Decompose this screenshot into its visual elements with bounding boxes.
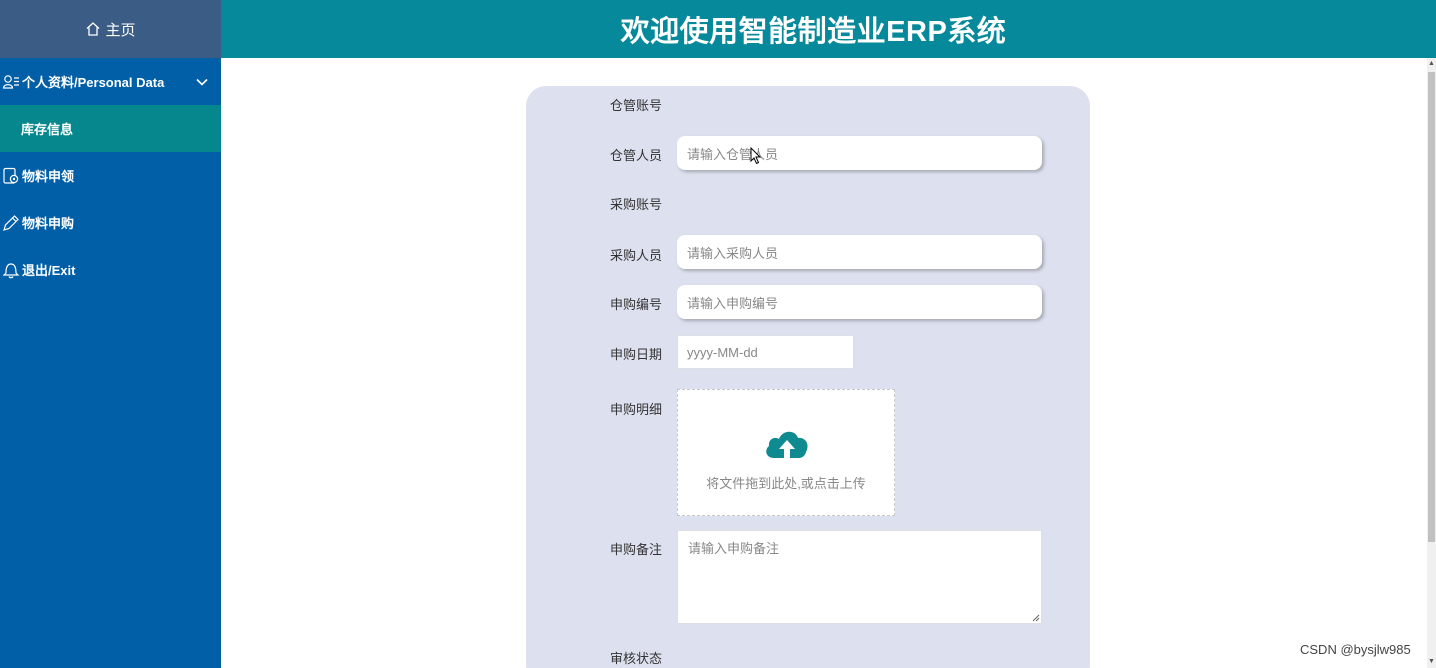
review-status-label: 审核状态 (610, 651, 663, 666)
home-icon (87, 22, 100, 36)
sidebar-item-inventory[interactable]: 库存信息 (0, 105, 221, 152)
sidebar-item-material-purchase[interactable]: 物料申购 (0, 199, 221, 246)
vertical-scrollbar[interactable]: ▲ ▼ (1427, 58, 1436, 668)
remark-textarea[interactable]: 请输入申购备注 (677, 530, 1042, 624)
scroll-up-arrow-icon[interactable]: ▲ (1427, 60, 1436, 68)
purchase-account-label: 采购账号 (610, 197, 663, 212)
edit-pen-icon (3, 214, 19, 231)
exit-bell-icon (2, 262, 20, 278)
request-date-input[interactable]: yyyy-MM-dd (677, 335, 854, 369)
sidebar-item-label: 物料申购 (22, 216, 75, 231)
settings-doc-icon (3, 167, 19, 184)
page-title: 欢迎使用智能制造业ERP系统 (620, 16, 1007, 48)
sidebar-item-personal-data[interactable]: 个人资料/Personal Data (0, 58, 221, 105)
scroll-down-arrow-icon[interactable]: ▼ (1427, 658, 1436, 666)
warehouse-staff-label: 仓管人员 (610, 148, 663, 163)
request-no-label: 申购编号 (610, 297, 663, 312)
sidebar-item-label: 个人资料/Personal Data (22, 75, 165, 90)
purchase-request-form: 仓管账号 仓管人员 请输入仓管人员 采购账号 采购人员 请输入采购人员 申购编号… (526, 86, 1090, 668)
watermark-text: CSDN @bysjlw985 (1300, 642, 1411, 657)
sidebar-home[interactable]: 主页 (0, 0, 221, 58)
sidebar-item-exit[interactable]: 退出/Exit (0, 246, 221, 293)
sidebar-item-label: 退出/Exit (22, 263, 76, 278)
sidebar-item-label: 物料申领 (22, 169, 75, 184)
top-header: 欢迎使用智能制造业ERP系统 (221, 0, 1436, 58)
request-no-input[interactable]: 请输入申购编号 (677, 285, 1042, 319)
remark-placeholder: 请输入申购备注 (688, 541, 780, 556)
sidebar-home-label: 主页 (105, 21, 136, 39)
upload-hint-text: 将文件拖到此处,或点击上传 (706, 476, 866, 491)
sidebar-item-label: 库存信息 (21, 122, 74, 137)
sidebar-item-material-claim[interactable]: 物料申领 (0, 152, 221, 199)
user-list-icon (2, 74, 19, 89)
sidebar: 主页 个人资料/Personal Data 库存信息 物料申领 物料申购 退出/… (0, 0, 221, 668)
purchaser-input[interactable]: 请输入采购人员 (677, 235, 1042, 269)
purchaser-label: 采购人员 (610, 248, 663, 263)
cloud-upload-icon (766, 431, 808, 458)
resize-grip-icon[interactable] (1031, 613, 1040, 622)
remark-label: 申购备注 (610, 542, 663, 557)
warehouse-staff-input[interactable]: 请输入仓管人员 (677, 136, 1042, 170)
mouse-cursor-icon (750, 147, 762, 165)
request-date-label: 申购日期 (610, 347, 663, 362)
warehouse-account-label: 仓管账号 (610, 98, 663, 113)
chevron-down-icon[interactable] (195, 75, 209, 89)
detail-label: 申购明细 (610, 402, 663, 417)
file-upload-dropzone[interactable]: 将文件拖到此处,或点击上传 (677, 389, 895, 516)
scroll-thumb[interactable] (1428, 72, 1435, 542)
